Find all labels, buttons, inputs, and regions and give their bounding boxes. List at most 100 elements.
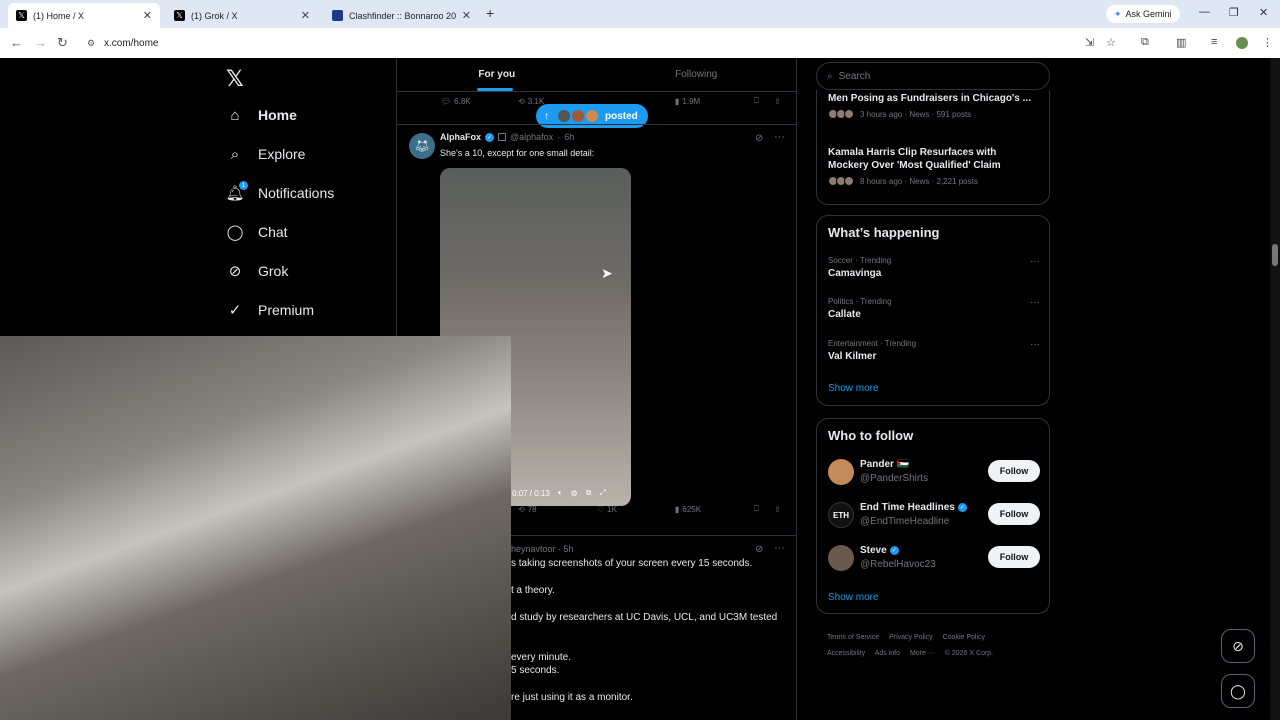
x-logo-icon[interactable]: 𝕏 — [226, 66, 244, 92]
avatar[interactable]: 🦊︎ — [409, 133, 435, 159]
nav-grok[interactable]: ⊘ Grok — [226, 262, 289, 280]
chat-fab-button[interactable]: ◯ — [1221, 674, 1255, 708]
page-scrollbar[interactable] — [1270, 58, 1280, 720]
tab-following[interactable]: Following — [597, 58, 797, 91]
suggestion-name-text: Steve — [860, 545, 887, 556]
close-icon[interactable]: ✕ — [301, 9, 310, 22]
site-info-icon[interactable]: ⚙ — [87, 38, 95, 49]
share-icon[interactable]: ⇪ — [774, 505, 781, 514]
url-field[interactable]: x.com/home — [84, 33, 984, 53]
bookmark-icon[interactable]: ⎕ — [754, 504, 759, 514]
nav-chat[interactable]: ◯ Chat — [226, 223, 288, 241]
footer-link[interactable]: Ads info — [875, 650, 900, 657]
close-icon[interactable]: ✕ — [143, 9, 152, 22]
views-button[interactable]: ▮ 1.9M — [675, 97, 700, 106]
views-button[interactable]: ▮ 625K — [675, 505, 701, 514]
grok-post-icon[interactable]: ⊘ — [755, 133, 763, 144]
profile-avatar[interactable] — [1236, 37, 1248, 49]
author-handle[interactable]: @alphafox — [510, 132, 553, 142]
grok-post-icon[interactable]: ⊘ — [755, 544, 763, 555]
repost-button[interactable]: ⟲ 78 — [518, 505, 537, 514]
footer-link[interactable]: Privacy Policy — [889, 634, 933, 641]
pip-icon[interactable]: ⧉ — [586, 488, 592, 498]
volume-icon[interactable]: 🔈︎ — [558, 488, 563, 498]
chat-icon: ◯ — [1230, 682, 1246, 699]
settings-icon[interactable]: ⚙ — [571, 489, 578, 498]
repost-count: 78 — [527, 504, 537, 514]
bookmark-icon[interactable]: ⎕ — [754, 96, 759, 106]
reload-icon[interactable]: ↻ — [57, 35, 68, 51]
close-icon[interactable]: ✕ — [462, 9, 471, 22]
more-options-icon[interactable]: ··· — [774, 542, 785, 554]
footer-link[interactable]: Accessibility — [827, 650, 865, 657]
tab-home-x[interactable]: 𝕏 (1) Home / X ✕ — [8, 3, 160, 28]
new-tab-button[interactable]: + — [486, 5, 494, 21]
news-item[interactable]: Kamala Harris Clip Resurfaces with Mocke… — [828, 146, 1038, 186]
ask-gemini-button[interactable]: ✦ Ask Gemini — [1106, 5, 1180, 23]
follow-suggestion[interactable]: Pander 🇵🇸 @PanderShirts Follow — [828, 457, 1040, 487]
more-options-icon[interactable]: ··· — [1030, 297, 1040, 308]
nav-premium[interactable]: ✓ Premium — [226, 301, 314, 319]
trend-item[interactable]: Entertainment · Trending Val Kilmer ··· — [828, 339, 1040, 362]
post-alphafox[interactable]: 🦊︎ AlphaFox ✓ @alphafox · 6h ⊘ ··· She's… — [397, 124, 796, 514]
follow-button[interactable]: Follow — [988, 460, 1040, 482]
follow-button[interactable]: Follow — [988, 546, 1040, 568]
more-options-icon[interactable]: ··· — [1030, 339, 1040, 350]
views-icon: ▮ — [675, 96, 680, 106]
nav-explore[interactable]: ⌕ Explore — [226, 145, 306, 163]
repost-button[interactable]: ⟲ 3.1K — [518, 97, 544, 106]
premium-icon: ✓ — [228, 302, 242, 319]
trend-item[interactable]: Politics · Trending Callate ··· — [828, 297, 1040, 320]
grok-fab-button[interactable]: ⊘ — [1221, 629, 1255, 663]
forward-icon[interactable]: → — [34, 35, 47, 50]
trend-item[interactable]: Soccer · Trending Camavinga ··· — [828, 256, 1040, 279]
tab-title: (1) Home / X — [33, 10, 85, 21]
avatar[interactable]: ETH — [828, 502, 854, 528]
footer-link[interactable]: More ··· — [910, 650, 935, 657]
author-handle-time[interactable]: heynavtoor · 5h — [511, 544, 574, 554]
media-icon[interactable]: ≡ — [1211, 36, 1217, 48]
author-name[interactable]: AlphaFox — [440, 132, 481, 142]
grok-icon: ⊘ — [228, 263, 242, 280]
follow-suggestion[interactable]: Steve ✓ @RebelHavoc23 Follow — [828, 543, 1040, 573]
back-icon[interactable]: ← — [10, 35, 23, 50]
news-item[interactable]: Men Posing as Fundraisers in Chicago's .… — [828, 92, 1038, 119]
sidepanel-icon[interactable]: ▥ — [1176, 36, 1186, 49]
scrollbar-thumb[interactable] — [1272, 244, 1278, 266]
tab-grok-x[interactable]: 𝕏 (1) Grok / X ✕ — [166, 3, 318, 28]
trend-name: Val Kilmer — [828, 351, 877, 362]
menu-icon[interactable]: ⋮ — [1262, 36, 1273, 49]
show-more-link[interactable]: Show more — [828, 592, 879, 603]
nav-notifications[interactable]: 🔔︎ 1 Notifications — [225, 181, 334, 202]
follow-suggestion[interactable]: ETH End Time Headlines ✓ @EndTimeHeadline… — [828, 500, 1040, 530]
reply-button[interactable]: 💬︎ 6.8K — [441, 97, 471, 106]
search-input[interactable]: ⌕ Search — [816, 62, 1050, 90]
nav-home[interactable]: ⌂ Home — [226, 106, 296, 124]
tab-for-you[interactable]: For you — [397, 58, 597, 91]
restore-icon[interactable]: ❐ — [1229, 6, 1239, 19]
nav-grok-label: Grok — [258, 263, 289, 279]
extensions-icon[interactable]: ⧉ — [1141, 36, 1149, 49]
more-options-icon[interactable]: ··· — [774, 131, 785, 143]
fullscreen-icon[interactable]: ⤢ — [600, 488, 606, 498]
follow-button[interactable]: Follow — [988, 503, 1040, 525]
who-to-follow-title: Who to follow — [828, 428, 914, 443]
share-icon[interactable]: ⇪ — [774, 97, 781, 106]
more-options-icon[interactable]: ··· — [1030, 256, 1040, 267]
window-close-icon[interactable]: ✕ — [1259, 6, 1268, 19]
tab-title: Clashfinder :: Bonnaroo 2026 C — [349, 10, 456, 21]
footer-link[interactable]: Cookie Policy — [943, 634, 985, 641]
post-time[interactable]: 6h — [564, 132, 574, 142]
avatar — [844, 176, 854, 186]
avatar[interactable] — [828, 459, 854, 485]
avatar[interactable] — [828, 545, 854, 571]
reply-count: 6.8K — [454, 96, 471, 106]
footer-link[interactable]: Terms of Service — [827, 634, 879, 641]
mouse-cursor-icon: ➤ — [601, 265, 613, 281]
like-button[interactable]: ♡ 1K — [597, 505, 617, 514]
install-app-icon[interactable]: ⇲ — [1085, 36, 1094, 49]
show-more-link[interactable]: Show more — [828, 383, 879, 394]
bookmark-star-icon[interactable]: ☆ — [1106, 36, 1116, 49]
tab-clashfinder[interactable]: Clashfinder :: Bonnaroo 2026 C ✕ — [324, 3, 479, 28]
minimize-icon[interactable]: — — [1199, 6, 1210, 18]
